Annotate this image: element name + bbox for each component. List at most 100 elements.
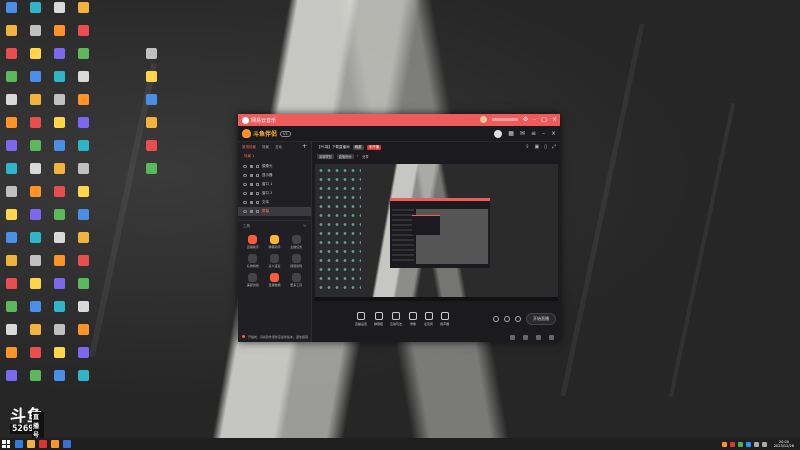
desktop-shortcut[interactable] (24, 324, 46, 348)
desktop-shortcut[interactable] (48, 94, 70, 118)
settings-icon[interactable] (515, 316, 521, 322)
tab-scenes[interactable]: 场景 (262, 145, 269, 150)
room-chip[interactable]: 直播房间 (336, 153, 354, 159)
desktop-shortcut[interactable] (140, 71, 162, 95)
desktop-shortcut[interactable] (24, 255, 46, 279)
desktop-shortcut[interactable] (72, 209, 94, 233)
category-tag[interactable]: 网游 (352, 144, 364, 150)
desktop-shortcut[interactable] (48, 301, 70, 325)
feature-button[interactable]: 多人连麦 (264, 254, 286, 268)
lock-icon[interactable] (250, 210, 253, 213)
window-titlebar[interactable]: 网易云音乐 ⚙ – □ × (238, 114, 560, 126)
desktop-shortcut[interactable] (0, 71, 22, 95)
desktop-shortcut[interactable] (0, 209, 22, 233)
feature-button[interactable]: 弹幕助手 (264, 235, 286, 249)
desktop-shortcut[interactable] (48, 140, 70, 164)
desktop-shortcut[interactable] (0, 278, 22, 302)
user-avatar[interactable] (479, 116, 487, 123)
desktop-shortcut[interactable] (48, 2, 70, 26)
desktop-shortcut[interactable] (140, 48, 162, 72)
source-item[interactable]: 窗口 1 (238, 180, 311, 189)
desktop-shortcut[interactable] (72, 324, 94, 348)
room-title[interactable]: 【PC端】下载直播间 (317, 145, 350, 150)
share-link[interactable]: 分享 (362, 154, 368, 159)
desktop-shortcut[interactable] (72, 2, 94, 26)
desktop-shortcut[interactable] (72, 278, 94, 302)
desktop-shortcut[interactable] (48, 71, 70, 95)
desktop-shortcut[interactable] (24, 370, 46, 394)
desktop-shortcut[interactable] (72, 370, 94, 394)
visibility-icon[interactable] (243, 201, 247, 204)
visibility-icon[interactable] (243, 165, 247, 168)
desktop-shortcut[interactable] (24, 186, 46, 210)
lock-icon[interactable] (250, 201, 253, 204)
settings-icon[interactable]: ⚙ (523, 116, 528, 123)
minimize-icon[interactable]: – (533, 116, 536, 123)
visibility-icon[interactable] (243, 192, 247, 195)
game-chip[interactable]: 英雄联盟 (317, 153, 334, 159)
desktop-shortcut[interactable] (0, 370, 22, 394)
desktop-shortcut[interactable] (72, 94, 94, 118)
lock-icon[interactable] (250, 192, 253, 195)
explorer-icon[interactable] (27, 440, 35, 448)
lock-icon[interactable] (250, 174, 253, 177)
source-item[interactable]: 文本 (238, 198, 311, 207)
control-button[interactable]: 直播设置 (355, 312, 367, 326)
desktop-shortcut[interactable] (24, 347, 46, 371)
desktop-shortcut[interactable] (72, 347, 94, 371)
desktop-shortcut[interactable] (48, 48, 70, 72)
gift-icon[interactable]: ▣ (534, 144, 539, 150)
tray-app-icon[interactable] (745, 441, 751, 447)
desktop-shortcut[interactable] (48, 163, 70, 187)
scene-name[interactable]: 场景 1 (238, 153, 311, 160)
desktop-shortcut[interactable] (72, 301, 94, 325)
desktop-shortcut[interactable] (48, 347, 70, 371)
system-clock[interactable]: 20:00 2023/12/26 (774, 440, 794, 448)
desktop-shortcut[interactable] (72, 232, 94, 256)
maximize-icon[interactable]: □ (541, 116, 547, 123)
desktop-shortcut[interactable] (0, 48, 22, 72)
share-icon[interactable]: ⇪ (525, 144, 529, 150)
add-scene-icon[interactable]: + (302, 144, 307, 150)
lock-icon[interactable] (250, 183, 253, 186)
desktop-shortcut[interactable] (72, 140, 94, 164)
desktop-shortcut[interactable] (140, 140, 162, 164)
tray-douyu-icon[interactable] (721, 441, 727, 447)
visibility-icon[interactable] (243, 183, 247, 186)
netease-music-icon[interactable] (39, 440, 47, 448)
desktop-shortcut[interactable] (24, 140, 46, 164)
wifi-icon[interactable] (753, 441, 759, 447)
desktop-shortcut[interactable] (140, 117, 162, 141)
desktop-shortcut[interactable] (0, 232, 22, 256)
desktop-shortcut[interactable] (72, 255, 94, 279)
desktop-shortcut[interactable] (48, 209, 70, 233)
desktop-shortcut[interactable] (0, 140, 22, 164)
timer-icon[interactable] (504, 316, 510, 322)
desktop-shortcut[interactable] (24, 48, 46, 72)
desktop-shortcut[interactable] (0, 25, 22, 49)
grid-icon[interactable]: ▦ (508, 130, 514, 138)
desktop-shortcut[interactable] (24, 163, 46, 187)
menu-icon[interactable]: ≡ (531, 130, 536, 138)
close-icon[interactable]: × (552, 116, 557, 123)
source-item[interactable]: 显示器 (238, 171, 311, 180)
desktop-shortcut[interactable] (0, 163, 22, 187)
edge-icon[interactable] (15, 440, 23, 448)
desktop-shortcut[interactable] (24, 25, 46, 49)
desktop-shortcut[interactable] (140, 163, 162, 187)
desktop-shortcut[interactable] (0, 94, 22, 118)
control-button[interactable]: 互动玩法 (390, 312, 402, 326)
steam-icon[interactable] (63, 440, 71, 448)
desktop-shortcut[interactable] (48, 117, 70, 141)
start-button[interactable] (2, 440, 10, 448)
feature-button[interactable]: 视频剪辑 (285, 254, 307, 268)
desktop-shortcut[interactable] (0, 2, 22, 26)
desktop-shortcut[interactable] (24, 71, 46, 95)
refresh-icon[interactable]: ↻ (303, 224, 306, 229)
feature-button[interactable]: 直播数据 (264, 273, 286, 287)
minimize-icon[interactable]: – (542, 130, 545, 138)
start-live-button[interactable]: 开始直播 (526, 313, 556, 325)
desktop-shortcut[interactable] (72, 71, 94, 95)
source-item[interactable]: 摄像头 (238, 162, 311, 171)
desktop-shortcut[interactable] (72, 25, 94, 49)
